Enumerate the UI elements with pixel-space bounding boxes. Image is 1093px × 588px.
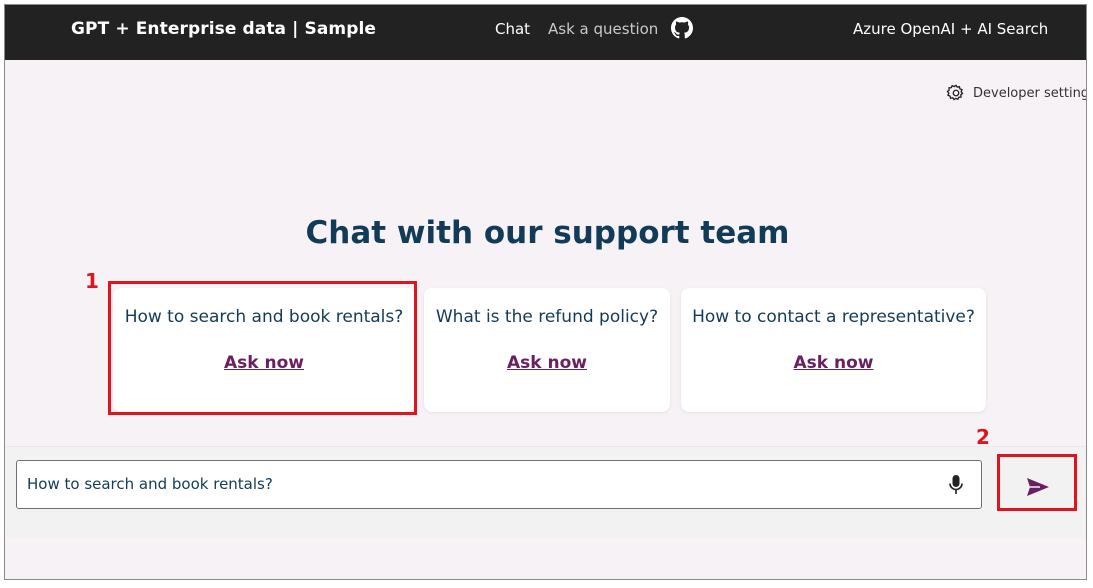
nav-link-ask-a-question[interactable]: Ask a question [548,20,658,38]
page-headline: Chat with our support team [305,215,790,251]
chat-input-value: How to search and book rentals? [27,475,273,493]
azure-label: Azure OpenAI + AI Search [853,20,1049,38]
highlight-box-2 [997,454,1077,511]
microphone-icon[interactable] [948,473,964,497]
gear-icon [946,84,964,101]
step-number-2: 2 [976,425,990,449]
example-question: What is the refund policy? [435,307,659,327]
nav-link-chat[interactable]: Chat [495,20,530,38]
app-title[interactable]: GPT + Enterprise data | Sample [71,19,376,39]
chat-input[interactable]: How to search and book rentals? [16,460,982,509]
ask-now-link[interactable]: Ask now [424,353,670,373]
example-card-3[interactable]: How to contact a representative? Ask now [681,288,986,412]
top-navigation-bar: GPT + Enterprise data | Sample Chat Ask … [5,5,1086,60]
app-window: GPT + Enterprise data | Sample Chat Ask … [4,4,1087,580]
developer-settings-label: Developer settings [973,85,1087,101]
github-icon[interactable] [671,17,693,39]
chat-composer: How to search and book rentals? [5,446,1086,538]
example-question: How to contact a representative? [692,307,975,327]
step-number-1: 1 [85,269,99,293]
highlight-box-1 [108,281,417,415]
developer-settings-button[interactable]: Developer settings [946,82,1087,104]
ask-now-link[interactable]: Ask now [681,353,986,373]
example-card-2[interactable]: What is the refund policy? Ask now [424,288,670,412]
